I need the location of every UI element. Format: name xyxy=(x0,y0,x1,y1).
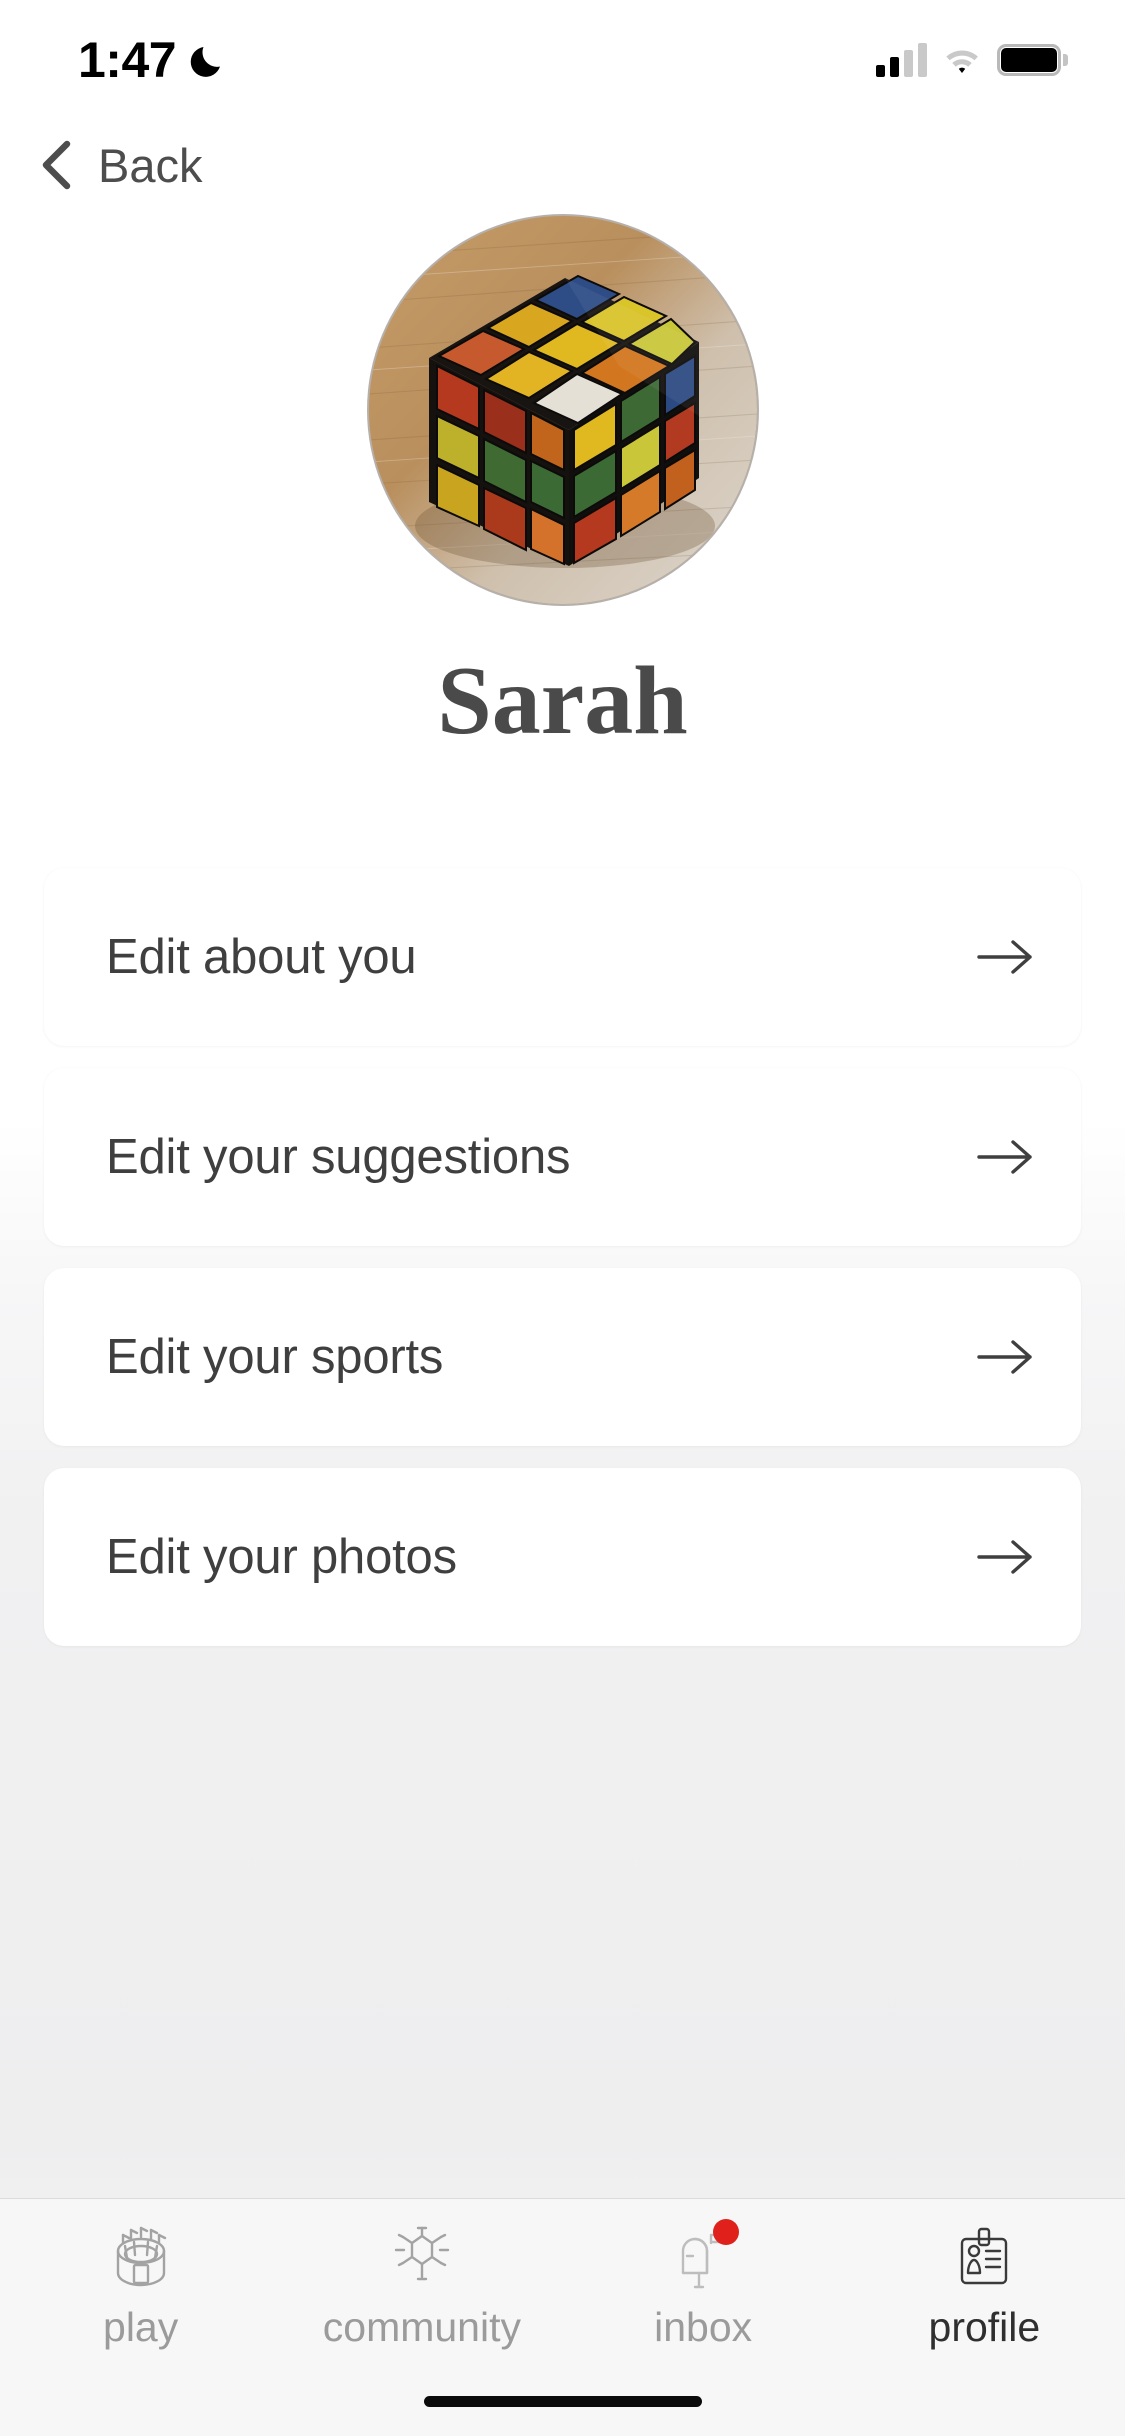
id-card-icon xyxy=(946,2221,1022,2297)
moon-icon xyxy=(190,40,230,80)
wifi-icon xyxy=(941,44,983,76)
list-item[interactable]: Edit your sports xyxy=(44,1268,1081,1446)
tab-label: community xyxy=(322,2304,521,2350)
notification-badge xyxy=(713,2219,740,2245)
status-bar-time: 1:47 xyxy=(78,32,177,88)
status-bar-right xyxy=(876,43,1068,77)
stadium-icon xyxy=(103,2221,179,2297)
tab-label: profile xyxy=(928,2304,1041,2350)
list-item[interactable]: Edit your photos xyxy=(44,1468,1081,1646)
status-bar-left: 1:47 xyxy=(78,35,230,85)
arrow-right-icon xyxy=(975,935,1037,979)
navigation-bar: Back xyxy=(0,120,1125,210)
tab-play[interactable]: play xyxy=(0,2221,281,2348)
back-button[interactable]: Back xyxy=(26,132,213,199)
home-indicator[interactable] xyxy=(423,2395,702,2407)
app-screen: 1:47 Back Sarah Edit about you Edit your… xyxy=(0,0,1125,2436)
tab-bar: play community inbox profile xyxy=(0,2198,1125,2366)
list-item-label: Edit your suggestions xyxy=(106,1130,571,1184)
status-bar: 1:47 xyxy=(0,0,1125,120)
arrow-right-icon xyxy=(975,1535,1037,1579)
network-icon xyxy=(384,2221,460,2297)
list-item-label: Edit your photos xyxy=(106,1530,457,1584)
arrow-right-icon xyxy=(975,1135,1037,1179)
page-title: Sarah xyxy=(437,647,688,755)
back-button-label: Back xyxy=(98,138,203,192)
arrow-right-icon xyxy=(975,1335,1037,1379)
battery-icon xyxy=(997,44,1068,76)
list-item-label: Edit about you xyxy=(106,930,417,984)
list-item-label: Edit your sports xyxy=(106,1330,444,1384)
home-indicator-zone xyxy=(0,2366,1125,2436)
profile-header: Sarah xyxy=(0,210,1125,750)
tab-label: play xyxy=(103,2304,179,2350)
list-item[interactable]: Edit about you xyxy=(44,868,1081,1046)
tab-inbox[interactable]: inbox xyxy=(563,2219,844,2350)
cellular-signal-icon xyxy=(876,43,927,77)
list-item[interactable]: Edit your suggestions xyxy=(44,1068,1081,1246)
mailbox-icon xyxy=(665,2219,741,2297)
avatar[interactable] xyxy=(368,216,757,604)
tab-community[interactable]: community xyxy=(281,2221,562,2348)
chevron-left-icon xyxy=(36,140,76,190)
tab-profile[interactable]: profile xyxy=(844,2221,1125,2348)
edit-options-list: Edit about you Edit your suggestions Edi… xyxy=(0,750,1125,2198)
tab-label: inbox xyxy=(654,2304,753,2350)
